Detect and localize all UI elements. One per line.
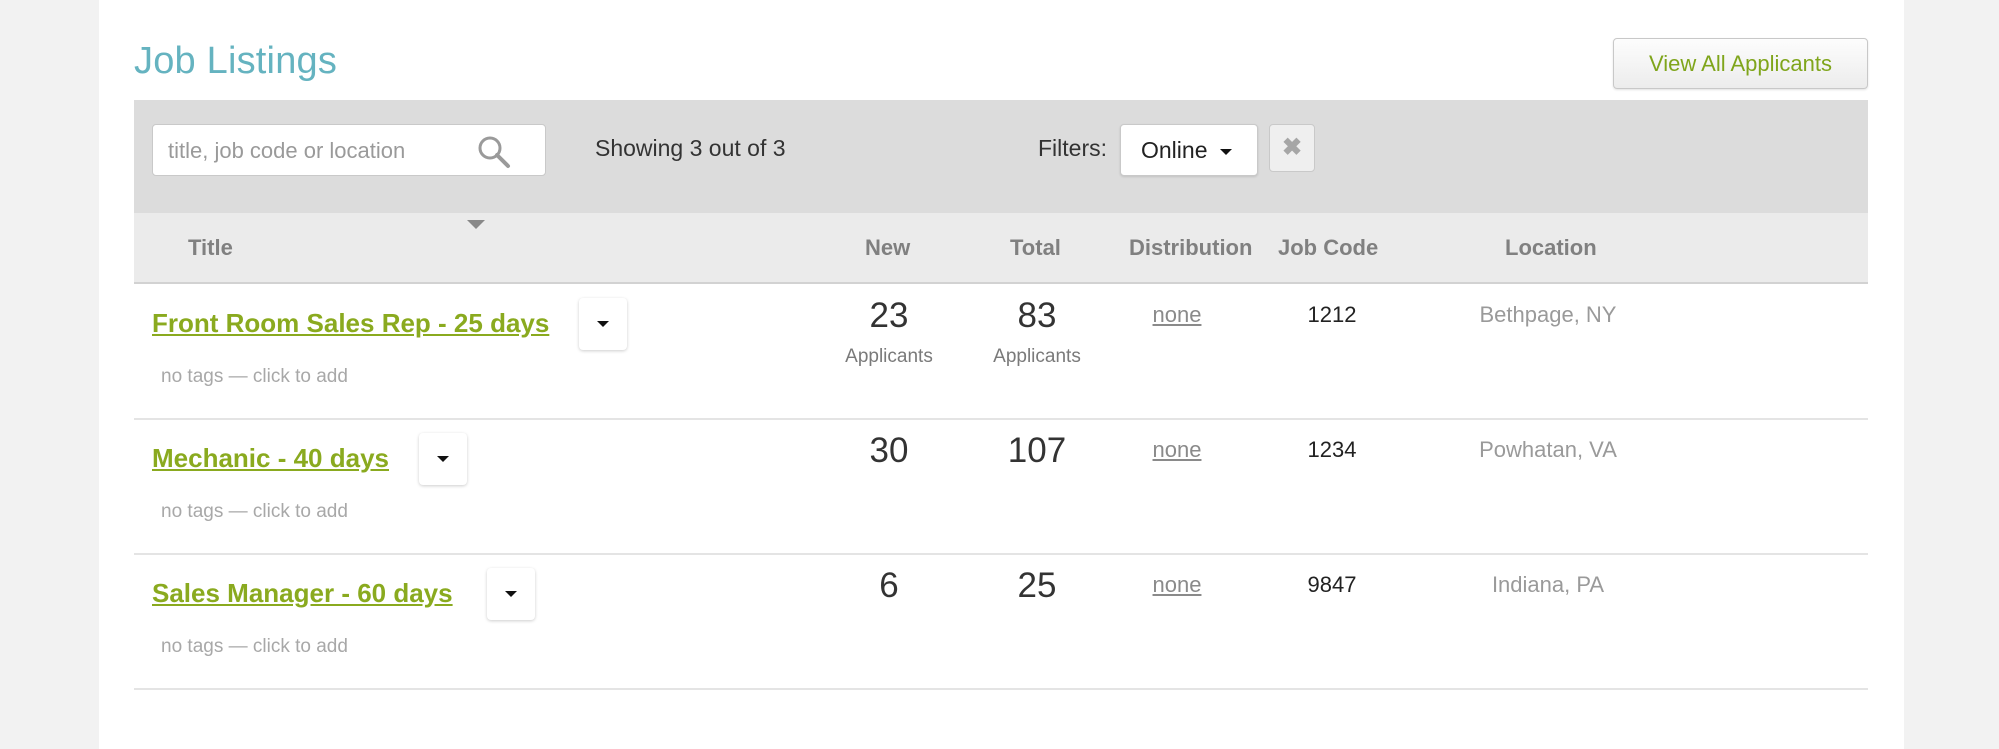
column-distribution[interactable]: Distribution <box>1129 213 1252 283</box>
column-title[interactable]: Title <box>188 213 233 283</box>
job-actions-button[interactable] <box>579 298 627 350</box>
total-applicants-label: Applicants <box>993 346 1081 367</box>
page-title: Job Listings <box>134 40 338 82</box>
job-tags[interactable]: no tags — click to add <box>161 636 348 658</box>
table-row: Front Room Sales Rep - 25 days no tags —… <box>134 284 1868 420</box>
view-all-applicants-button[interactable]: View All Applicants <box>1613 38 1868 89</box>
total-applicants-count: 25 <box>1017 566 1057 605</box>
job-actions-button[interactable] <box>487 568 535 620</box>
job-code: 9847 <box>1307 572 1357 597</box>
distribution-link[interactable]: none <box>1117 572 1237 598</box>
total-applicants-count: 107 <box>1007 431 1067 470</box>
distribution-link[interactable]: none <box>1117 437 1237 463</box>
new-applicants-count: 23 <box>869 296 909 335</box>
job-location: Bethpage, NY <box>1479 302 1617 327</box>
job-title-link[interactable]: Sales Manager - 60 days <box>152 578 453 609</box>
table-row: Mechanic - 40 days no tags — click to ad… <box>134 419 1868 555</box>
filter-toolbar: title, job code or location Showing 3 ou… <box>134 100 1868 213</box>
job-title-link[interactable]: Mechanic - 40 days <box>152 443 389 474</box>
close-icon: ✖ <box>1281 134 1303 161</box>
job-actions-button[interactable] <box>419 433 467 485</box>
job-code: 1234 <box>1307 437 1357 462</box>
job-location: Powhatan, VA <box>1479 437 1617 462</box>
new-applicants-label: Applicants <box>845 346 933 367</box>
distribution-link[interactable]: none <box>1117 302 1237 328</box>
new-applicants-count: 6 <box>879 566 899 605</box>
job-tags[interactable]: no tags — click to add <box>161 366 348 388</box>
filters-label: Filters: <box>1038 135 1107 161</box>
search-icon[interactable] <box>477 135 511 174</box>
new-applicants-count: 30 <box>869 431 909 470</box>
chevron-down-icon <box>505 590 517 597</box>
online-filter-label: Online <box>1141 137 1208 163</box>
column-job-code[interactable]: Job Code <box>1278 213 1378 283</box>
job-title-link[interactable]: Front Room Sales Rep - 25 days <box>152 308 549 339</box>
sort-caret-icon[interactable] <box>467 220 485 229</box>
job-listings-panel: Job Listings View All Applicants title, … <box>99 0 1904 749</box>
clear-filter-button[interactable]: ✖ <box>1269 124 1315 172</box>
column-total[interactable]: Total <box>1010 213 1061 283</box>
total-applicants-count: 83 <box>1017 296 1057 335</box>
table-row: Sales Manager - 60 days no tags — click … <box>134 554 1868 690</box>
chevron-down-icon <box>597 320 609 327</box>
online-filter-dropdown[interactable]: Online <box>1120 124 1258 176</box>
table-header: Title New Total Distribution Job Code Lo… <box>134 213 1868 284</box>
column-location[interactable]: Location <box>1505 213 1597 283</box>
search-placeholder: title, job code or location <box>168 138 406 163</box>
job-location: Indiana, PA <box>1491 572 1605 597</box>
chevron-down-icon <box>437 455 449 462</box>
job-tags[interactable]: no tags — click to add <box>161 501 348 523</box>
job-code: 1212 <box>1307 302 1357 327</box>
chevron-down-icon <box>1219 148 1232 155</box>
column-new[interactable]: New <box>865 213 910 283</box>
results-count: Showing 3 out of 3 <box>595 135 786 161</box>
search-input[interactable]: title, job code or location <box>152 124 546 176</box>
